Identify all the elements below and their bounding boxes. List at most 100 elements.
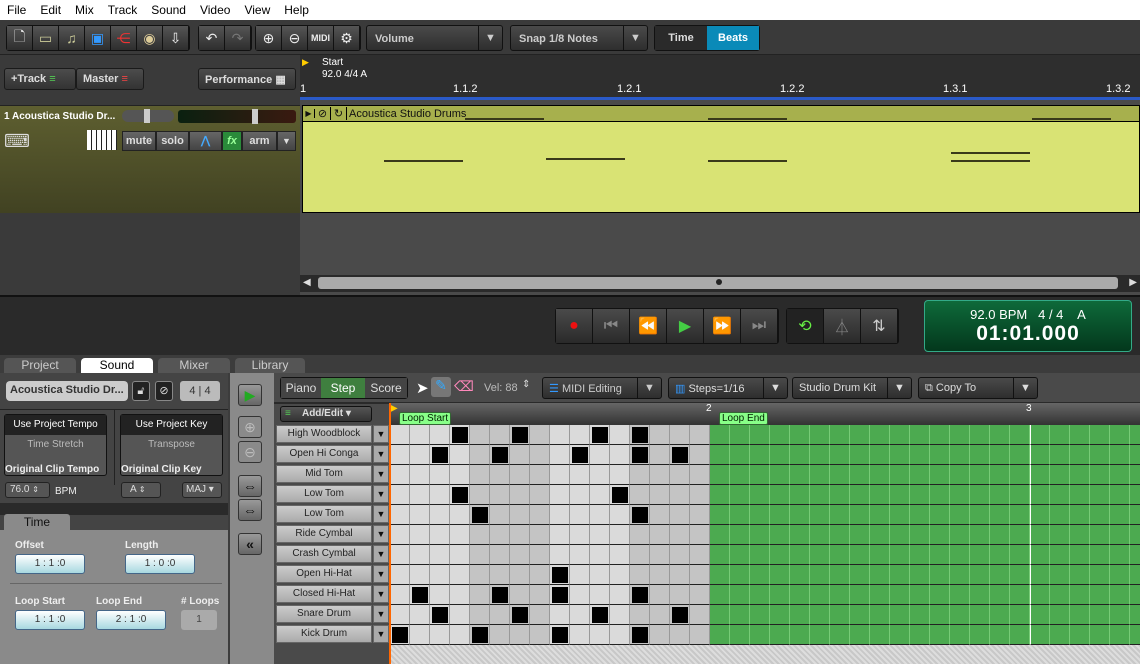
step-cell[interactable] <box>570 605 590 625</box>
step-cell[interactable] <box>630 505 650 525</box>
step-cell[interactable] <box>690 485 710 505</box>
outside-loop-cell[interactable] <box>1130 565 1140 585</box>
outside-loop-cell[interactable] <box>910 485 930 505</box>
step-cell[interactable] <box>650 485 670 505</box>
step-cell[interactable] <box>690 565 710 585</box>
step-cell[interactable] <box>530 505 550 525</box>
outside-loop-cell[interactable] <box>950 545 970 565</box>
step-cell[interactable] <box>530 545 550 565</box>
velocity-value[interactable]: Vel: 88 <box>484 382 518 394</box>
outside-loop-cell[interactable] <box>770 485 790 505</box>
outside-loop-cell[interactable] <box>910 625 930 645</box>
outside-loop-cell[interactable] <box>710 505 730 525</box>
step-cell[interactable] <box>430 585 450 605</box>
outside-loop-cell[interactable] <box>810 605 830 625</box>
step-cell[interactable] <box>470 585 490 605</box>
step-note[interactable] <box>452 487 468 503</box>
step-cell[interactable] <box>670 565 690 585</box>
step-cell[interactable] <box>430 485 450 505</box>
outside-loop-cell[interactable] <box>810 525 830 545</box>
outside-loop-cell[interactable] <box>930 465 950 485</box>
eraser-tool-icon[interactable]: ⌫ <box>454 378 474 395</box>
step-cell[interactable] <box>630 565 650 585</box>
rewind-button[interactable]: ⏪ <box>630 309 667 343</box>
step-cell[interactable] <box>450 425 470 445</box>
outside-loop-cell[interactable] <box>790 425 810 445</box>
step-cell[interactable] <box>390 625 410 645</box>
step-cell[interactable] <box>410 505 430 525</box>
drum-row-label[interactable]: Closed Hi-Hat <box>276 585 372 603</box>
outside-loop-cell[interactable] <box>830 505 850 525</box>
outside-loop-cell[interactable] <box>890 465 910 485</box>
step-cell[interactable] <box>550 525 570 545</box>
outside-loop-cell[interactable] <box>1030 505 1050 525</box>
step-cell[interactable] <box>410 605 430 625</box>
outside-loop-cell[interactable] <box>1050 625 1070 645</box>
outside-loop-cell[interactable] <box>970 485 990 505</box>
outside-loop-cell[interactable] <box>970 545 990 565</box>
performance-button[interactable]: Performance ▦ <box>198 68 296 90</box>
fast-forward-button[interactable]: ⏩ <box>704 309 741 343</box>
track-row[interactable]: 1 Acoustica Studio Dr... ⌨ mute solo ⋀ f… <box>0 105 300 213</box>
outside-loop-cell[interactable] <box>1030 545 1050 565</box>
outside-loop-cell[interactable] <box>950 625 970 645</box>
outside-loop-cell[interactable] <box>990 585 1010 605</box>
outside-loop-cell[interactable] <box>1110 425 1130 445</box>
outside-loop-cell[interactable] <box>730 525 750 545</box>
outside-loop-cell[interactable] <box>1010 485 1030 505</box>
outside-loop-cell[interactable] <box>1070 525 1090 545</box>
step-cell[interactable] <box>590 505 610 525</box>
outside-loop-cell[interactable] <box>950 605 970 625</box>
drum-row-label[interactable]: Kick Drum <box>276 625 372 643</box>
outside-loop-cell[interactable] <box>1090 565 1110 585</box>
outside-loop-cell[interactable] <box>1090 485 1110 505</box>
outside-loop-cell[interactable] <box>710 525 730 545</box>
drum-row-label[interactable]: Low Tom <box>276 505 372 523</box>
fx-button[interactable]: fx <box>222 131 242 151</box>
step-cell[interactable] <box>610 605 630 625</box>
outside-loop-cell[interactable] <box>1030 565 1050 585</box>
step-note[interactable] <box>492 447 508 463</box>
step-cell[interactable] <box>490 585 510 605</box>
outside-loop-cell[interactable] <box>890 605 910 625</box>
outside-loop-cell[interactable] <box>850 465 870 485</box>
outside-loop-cell[interactable] <box>830 625 850 645</box>
step-cell[interactable] <box>550 625 570 645</box>
step-note[interactable] <box>632 587 648 603</box>
step-cell[interactable] <box>550 545 570 565</box>
outside-loop-cell[interactable] <box>1130 585 1140 605</box>
outside-loop-cell[interactable] <box>1130 625 1140 645</box>
copy-to-dropdown[interactable]: ⧉ Copy To ▼ <box>918 377 1038 399</box>
step-cell[interactable] <box>430 565 450 585</box>
automation-dropdown[interactable]: Volume ▼ <box>366 25 503 51</box>
outside-loop-cell[interactable] <box>830 425 850 445</box>
outside-loop-cell[interactable] <box>790 445 810 465</box>
outside-loop-cell[interactable] <box>750 505 770 525</box>
step-cell[interactable] <box>670 485 690 505</box>
outside-loop-cell[interactable] <box>770 465 790 485</box>
outside-loop-cell[interactable] <box>910 545 930 565</box>
outside-loop-cell[interactable] <box>1010 585 1030 605</box>
outside-loop-cell[interactable] <box>910 525 930 545</box>
outside-loop-cell[interactable] <box>770 525 790 545</box>
step-cell[interactable] <box>610 425 630 445</box>
pan-slider[interactable] <box>178 109 296 124</box>
volume-slider[interactable] <box>122 109 174 123</box>
step-cell[interactable] <box>610 525 630 545</box>
step-cell[interactable] <box>630 465 650 485</box>
outside-loop-cell[interactable] <box>890 565 910 585</box>
solo-button[interactable]: solo <box>156 131 189 151</box>
step-note[interactable] <box>512 607 528 623</box>
step-cell[interactable] <box>650 625 670 645</box>
drum-row-label[interactable]: Open Hi-Hat <box>276 565 372 583</box>
outside-loop-cell[interactable] <box>730 585 750 605</box>
step-note[interactable] <box>432 607 448 623</box>
piano-icon[interactable] <box>87 130 117 150</box>
step-cell[interactable] <box>690 425 710 445</box>
step-cell[interactable] <box>610 465 630 485</box>
outside-loop-cell[interactable] <box>1050 585 1070 605</box>
outside-loop-cell[interactable] <box>1050 445 1070 465</box>
outside-loop-cell[interactable] <box>1110 465 1130 485</box>
outside-loop-cell[interactable] <box>930 485 950 505</box>
outside-loop-cell[interactable] <box>810 585 830 605</box>
